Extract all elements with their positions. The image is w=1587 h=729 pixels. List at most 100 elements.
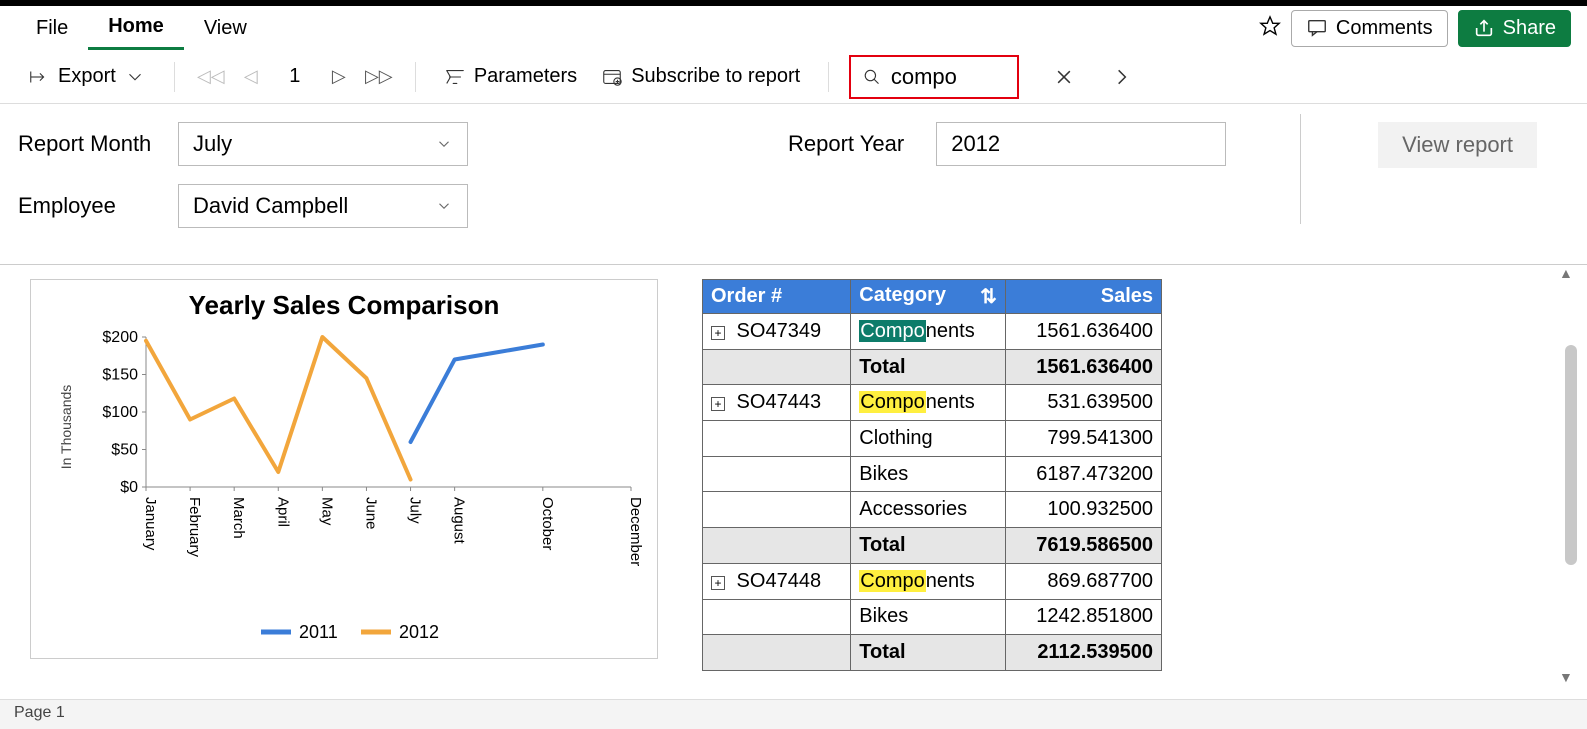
chart-container: Yearly Sales Comparison In Thousands $0 $5…	[30, 279, 658, 659]
separator	[415, 62, 416, 92]
expand-icon[interactable]: +	[711, 397, 725, 411]
svg-text:October: October	[539, 497, 556, 550]
month-dropdown[interactable]: July	[178, 122, 468, 166]
tab-view[interactable]: View	[184, 6, 267, 50]
share-label: Share	[1503, 17, 1556, 40]
sales-cell: 6187.473200	[1005, 456, 1161, 492]
expand-icon[interactable]: +	[711, 576, 725, 590]
next-page-button[interactable]: ▷	[323, 66, 355, 87]
employee-label: Employee	[18, 193, 158, 219]
col-sales[interactable]: Sales	[1005, 280, 1161, 314]
order-cell	[703, 599, 851, 635]
search-box[interactable]	[849, 55, 1019, 99]
svg-text:February: February	[186, 497, 203, 558]
expand-icon[interactable]: +	[711, 326, 725, 340]
employee-value: David Campbell	[193, 193, 348, 219]
category-cell: Bikes	[851, 456, 1006, 492]
category-cell: Components	[851, 385, 1006, 421]
comments-button[interactable]: Comments	[1291, 10, 1448, 47]
tab-home[interactable]: Home	[88, 6, 184, 50]
page-number-input[interactable]	[275, 65, 315, 88]
share-button[interactable]: Share	[1458, 10, 1571, 47]
view-report-button[interactable]: View report	[1378, 122, 1537, 168]
svg-text:January: January	[142, 497, 159, 551]
order-cell: + SO47443	[703, 385, 851, 421]
total-label: Total	[851, 528, 1006, 564]
chart-title: Yearly Sales Comparison	[31, 290, 657, 321]
export-label: Export	[58, 65, 116, 88]
pager: ◁◁ ◁ ▷ ▷▷	[195, 65, 395, 88]
clear-search-button[interactable]	[1051, 64, 1077, 90]
orders-table: Order # Category⇅ Sales + SO47349Compone…	[702, 279, 1162, 671]
status-bar: Page 1	[0, 699, 1587, 729]
category-cell: Accessories	[851, 492, 1006, 528]
svg-text:2012: 2012	[399, 622, 439, 642]
comments-label: Comments	[1336, 17, 1433, 40]
total-value: 7619.586500	[1005, 528, 1161, 564]
col-order[interactable]: Order #	[703, 280, 851, 314]
employee-dropdown[interactable]: David Campbell	[178, 184, 468, 228]
parameters-label: Parameters	[474, 65, 577, 88]
subscribe-button[interactable]: Subscribe to report	[593, 61, 808, 92]
parameters-button[interactable]: Parameters	[436, 61, 585, 92]
year-input[interactable]	[936, 122, 1226, 166]
toolbar: Export ◁◁ ◁ ▷ ▷▷ Parameters Subscribe to…	[0, 50, 1587, 104]
sales-cell: 531.639500	[1005, 385, 1161, 421]
chevron-down-icon	[435, 197, 453, 215]
parameters-panel: Report Month July Report Year Employee D…	[0, 104, 1587, 265]
category-cell: Components	[851, 563, 1006, 599]
scroll-up-icon[interactable]: ▲	[1559, 265, 1573, 281]
chevron-down-icon	[435, 135, 453, 153]
last-page-button[interactable]: ▷▷	[363, 66, 395, 87]
order-cell	[703, 528, 851, 564]
scrollbar[interactable]: ▲ ▼	[1559, 265, 1579, 685]
sales-cell: 799.541300	[1005, 421, 1161, 457]
tab-file[interactable]: File	[16, 6, 88, 50]
order-cell	[703, 349, 851, 385]
scroll-thumb[interactable]	[1565, 345, 1577, 565]
sales-cell: 1561.636400	[1005, 314, 1161, 350]
svg-text:In Thousands: In Thousands	[58, 385, 74, 470]
total-label: Total	[851, 635, 1006, 671]
separator	[174, 62, 175, 92]
export-button[interactable]: Export	[20, 61, 154, 92]
svg-text:$150: $150	[102, 367, 138, 384]
total-value: 1561.636400	[1005, 349, 1161, 385]
col-category[interactable]: Category⇅	[851, 280, 1006, 314]
find-next-button[interactable]	[1109, 64, 1135, 90]
year-label: Report Year	[788, 131, 904, 157]
svg-text:July: July	[407, 497, 424, 524]
svg-text:$50: $50	[111, 442, 138, 459]
page-indicator: Page 1	[14, 704, 65, 721]
svg-text:$100: $100	[102, 404, 138, 421]
scroll-down-icon[interactable]: ▼	[1559, 669, 1573, 685]
svg-text:August: August	[451, 497, 468, 545]
svg-text:May: May	[318, 497, 335, 526]
category-cell: Bikes	[851, 599, 1006, 635]
svg-text:March: March	[230, 497, 247, 539]
sales-cell: 100.932500	[1005, 492, 1161, 528]
report-body: Yearly Sales Comparison In Thousands $0 $5…	[0, 265, 1587, 685]
svg-text:April: April	[274, 497, 291, 527]
sort-icon[interactable]: ⇅	[980, 284, 997, 309]
favorite-icon[interactable]	[1259, 15, 1281, 42]
svg-text:2011: 2011	[299, 622, 338, 642]
sales-cell: 869.687700	[1005, 563, 1161, 599]
month-value: July	[193, 131, 232, 157]
search-icon	[863, 66, 881, 88]
category-cell: Components	[851, 314, 1006, 350]
menu-bar: File Home View Comments Share	[0, 0, 1587, 50]
chart: In Thousands$0$50$100$150$200JanuaryFebr…	[31, 327, 651, 657]
prev-page-button[interactable]: ◁	[235, 66, 267, 87]
order-cell	[703, 456, 851, 492]
first-page-button[interactable]: ◁◁	[195, 66, 227, 87]
search-input[interactable]	[891, 64, 1005, 90]
svg-text:$0: $0	[120, 479, 138, 496]
svg-text:June: June	[362, 497, 379, 530]
subscribe-label: Subscribe to report	[631, 65, 800, 88]
category-cell: Clothing	[851, 421, 1006, 457]
order-cell	[703, 492, 851, 528]
sales-cell: 1242.851800	[1005, 599, 1161, 635]
total-value: 2112.539500	[1005, 635, 1161, 671]
separator	[828, 62, 829, 92]
